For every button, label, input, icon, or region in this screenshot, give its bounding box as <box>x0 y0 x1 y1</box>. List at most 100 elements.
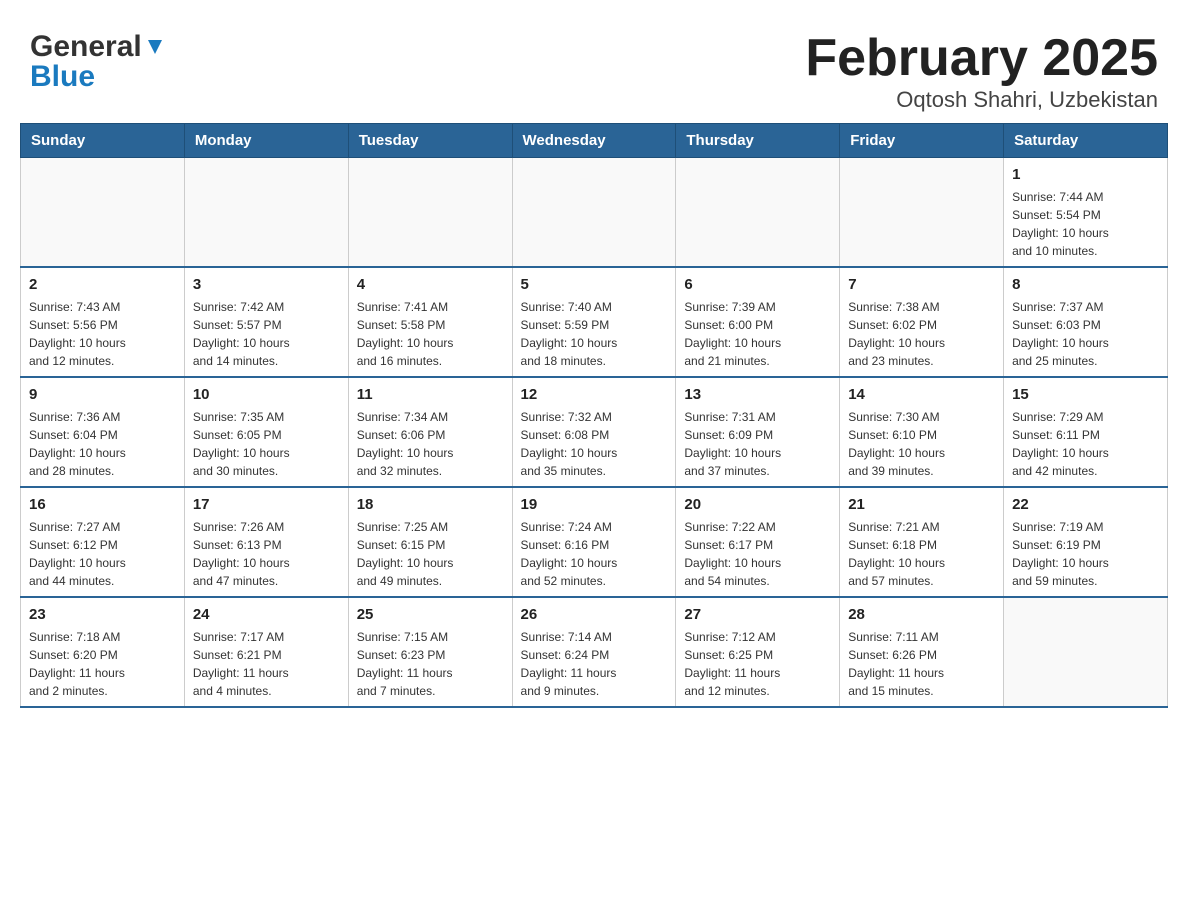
day-number: 15 <box>1012 384 1159 405</box>
day-info: Sunrise: 7:11 AM Sunset: 6:26 PM Dayligh… <box>848 628 995 700</box>
day-info: Sunrise: 7:34 AM Sunset: 6:06 PM Dayligh… <box>357 408 504 480</box>
day-number: 6 <box>684 274 831 295</box>
calendar-day-cell: 14 Sunrise: 7:30 AM Sunset: 6:10 PM Dayli… <box>840 377 1004 487</box>
day-number: 3 <box>193 274 340 295</box>
day-info: Sunrise: 7:25 AM Sunset: 6:15 PM Dayligh… <box>357 518 504 590</box>
day-number: 25 <box>357 604 504 625</box>
day-info: Sunrise: 7:44 AM Sunset: 5:54 PM Dayligh… <box>1012 188 1159 260</box>
calendar-day-cell <box>348 158 512 268</box>
calendar-day-cell <box>1004 597 1168 707</box>
day-number: 8 <box>1012 274 1159 295</box>
day-number: 27 <box>684 604 831 625</box>
calendar-day-cell: 27Sunrise: 7:12 AM Sunset: 6:25 PM Dayli… <box>676 597 840 707</box>
calendar-week-row: 16 Sunrise: 7:27 AM Sunset: 6:12 PM Dayli… <box>21 487 1168 597</box>
logo: General Blue <box>30 30 166 94</box>
calendar-week-row: 2Sunrise: 7:43 AM Sunset: 5:56 PM Daylig… <box>21 267 1168 377</box>
header-monday: Monday <box>184 124 348 158</box>
calendar-table: Sunday Monday Tuesday Wednesday Thursday… <box>20 123 1168 708</box>
day-number: 28 <box>848 604 995 625</box>
day-info: Sunrise: 7:40 AM Sunset: 5:59 PM Dayligh… <box>521 298 668 370</box>
day-info: Sunrise: 7:31 AM Sunset: 6:09 PM Dayligh… <box>684 408 831 480</box>
calendar-day-cell: 2Sunrise: 7:43 AM Sunset: 5:56 PM Daylig… <box>21 267 185 377</box>
calendar-week-row: 1Sunrise: 7:44 AM Sunset: 5:54 PM Daylig… <box>21 158 1168 268</box>
weekday-header-row: Sunday Monday Tuesday Wednesday Thursday… <box>21 124 1168 158</box>
day-info: Sunrise: 7:17 AM Sunset: 6:21 PM Dayligh… <box>193 628 340 700</box>
calendar-day-cell: 18Sunrise: 7:25 AM Sunset: 6:15 PM Dayli… <box>348 487 512 597</box>
day-info: Sunrise: 7:43 AM Sunset: 5:56 PM Dayligh… <box>29 298 176 370</box>
calendar-body: 1Sunrise: 7:44 AM Sunset: 5:54 PM Daylig… <box>21 158 1168 708</box>
calendar-day-cell: 15 Sunrise: 7:29 AM Sunset: 6:11 PM Dayli… <box>1004 377 1168 487</box>
day-number: 4 <box>357 274 504 295</box>
calendar-day-cell: 8 Sunrise: 7:37 AM Sunset: 6:03 PM Daylig… <box>1004 267 1168 377</box>
day-info: Sunrise: 7:15 AM Sunset: 6:23 PM Dayligh… <box>357 628 504 700</box>
day-number: 12 <box>521 384 668 405</box>
calendar-day-cell: 9 Sunrise: 7:36 AM Sunset: 6:04 PM Daylig… <box>21 377 185 487</box>
calendar-day-cell: 6 Sunrise: 7:39 AM Sunset: 6:00 PM Daylig… <box>676 267 840 377</box>
day-info: Sunrise: 7:22 AM Sunset: 6:17 PM Dayligh… <box>684 518 831 590</box>
calendar-day-cell <box>21 158 185 268</box>
logo-blue-text: Blue <box>30 60 95 94</box>
day-info: Sunrise: 7:42 AM Sunset: 5:57 PM Dayligh… <box>193 298 340 370</box>
calendar-day-cell: 5 Sunrise: 7:40 AM Sunset: 5:59 PM Daylig… <box>512 267 676 377</box>
calendar-day-cell: 22Sunrise: 7:19 AM Sunset: 6:19 PM Dayli… <box>1004 487 1168 597</box>
day-info: Sunrise: 7:21 AM Sunset: 6:18 PM Dayligh… <box>848 518 995 590</box>
calendar-day-cell: 28 Sunrise: 7:11 AM Sunset: 6:26 PM Dayli… <box>840 597 1004 707</box>
day-number: 5 <box>521 274 668 295</box>
day-number: 20 <box>684 494 831 515</box>
day-number: 23 <box>29 604 176 625</box>
day-info: Sunrise: 7:18 AM Sunset: 6:20 PM Dayligh… <box>29 628 176 700</box>
day-info: Sunrise: 7:32 AM Sunset: 6:08 PM Dayligh… <box>521 408 668 480</box>
day-info: Sunrise: 7:37 AM Sunset: 6:03 PM Dayligh… <box>1012 298 1159 370</box>
header-wednesday: Wednesday <box>512 124 676 158</box>
calendar-day-cell: 17Sunrise: 7:26 AM Sunset: 6:13 PM Dayli… <box>184 487 348 597</box>
day-number: 19 <box>521 494 668 515</box>
calendar-day-cell: 10Sunrise: 7:35 AM Sunset: 6:05 PM Dayli… <box>184 377 348 487</box>
day-number: 17 <box>193 494 340 515</box>
day-info: Sunrise: 7:36 AM Sunset: 6:04 PM Dayligh… <box>29 408 176 480</box>
header-thursday: Thursday <box>676 124 840 158</box>
title-block: February 2025 Oqtosh Shahri, Uzbekistan <box>805 30 1158 113</box>
calendar-header: Sunday Monday Tuesday Wednesday Thursday… <box>21 124 1168 158</box>
day-number: 24 <box>193 604 340 625</box>
calendar-subtitle: Oqtosh Shahri, Uzbekistan <box>805 87 1158 113</box>
calendar-day-cell: 20 Sunrise: 7:22 AM Sunset: 6:17 PM Dayli… <box>676 487 840 597</box>
calendar-day-cell: 13Sunrise: 7:31 AM Sunset: 6:09 PM Dayli… <box>676 377 840 487</box>
calendar-day-cell: 21 Sunrise: 7:21 AM Sunset: 6:18 PM Dayli… <box>840 487 1004 597</box>
day-number: 21 <box>848 494 995 515</box>
day-number: 11 <box>357 384 504 405</box>
day-info: Sunrise: 7:30 AM Sunset: 6:10 PM Dayligh… <box>848 408 995 480</box>
day-number: 16 <box>29 494 176 515</box>
logo-general-text: General <box>30 30 142 64</box>
day-number: 10 <box>193 384 340 405</box>
calendar-title: February 2025 <box>805 30 1158 87</box>
calendar-day-cell <box>676 158 840 268</box>
day-info: Sunrise: 7:41 AM Sunset: 5:58 PM Dayligh… <box>357 298 504 370</box>
calendar-day-cell: 26Sunrise: 7:14 AM Sunset: 6:24 PM Dayli… <box>512 597 676 707</box>
calendar-day-cell: 1Sunrise: 7:44 AM Sunset: 5:54 PM Daylig… <box>1004 158 1168 268</box>
calendar-day-cell <box>184 158 348 268</box>
calendar-day-cell: 24 Sunrise: 7:17 AM Sunset: 6:21 PM Dayli… <box>184 597 348 707</box>
page-header: General Blue February 2025 Oqtosh Shahri… <box>20 20 1168 113</box>
day-number: 14 <box>848 384 995 405</box>
logo-top: General <box>30 30 166 64</box>
calendar-day-cell: 16 Sunrise: 7:27 AM Sunset: 6:12 PM Dayli… <box>21 487 185 597</box>
calendar-day-cell: 25 Sunrise: 7:15 AM Sunset: 6:23 PM Dayli… <box>348 597 512 707</box>
day-number: 9 <box>29 384 176 405</box>
calendar-day-cell: 19 Sunrise: 7:24 AM Sunset: 6:16 PM Dayli… <box>512 487 676 597</box>
calendar-day-cell: 3 Sunrise: 7:42 AM Sunset: 5:57 PM Daylig… <box>184 267 348 377</box>
day-info: Sunrise: 7:39 AM Sunset: 6:00 PM Dayligh… <box>684 298 831 370</box>
calendar-day-cell <box>512 158 676 268</box>
header-tuesday: Tuesday <box>348 124 512 158</box>
calendar-day-cell: 23 Sunrise: 7:18 AM Sunset: 6:20 PM Dayli… <box>21 597 185 707</box>
calendar-day-cell: 11 Sunrise: 7:34 AM Sunset: 6:06 PM Dayli… <box>348 377 512 487</box>
day-number: 26 <box>521 604 668 625</box>
calendar-week-row: 23 Sunrise: 7:18 AM Sunset: 6:20 PM Dayli… <box>21 597 1168 707</box>
header-saturday: Saturday <box>1004 124 1168 158</box>
calendar-week-row: 9 Sunrise: 7:36 AM Sunset: 6:04 PM Daylig… <box>21 377 1168 487</box>
day-info: Sunrise: 7:24 AM Sunset: 6:16 PM Dayligh… <box>521 518 668 590</box>
day-number: 7 <box>848 274 995 295</box>
header-friday: Friday <box>840 124 1004 158</box>
day-info: Sunrise: 7:29 AM Sunset: 6:11 PM Dayligh… <box>1012 408 1159 480</box>
calendar-day-cell <box>840 158 1004 268</box>
day-info: Sunrise: 7:27 AM Sunset: 6:12 PM Dayligh… <box>29 518 176 590</box>
